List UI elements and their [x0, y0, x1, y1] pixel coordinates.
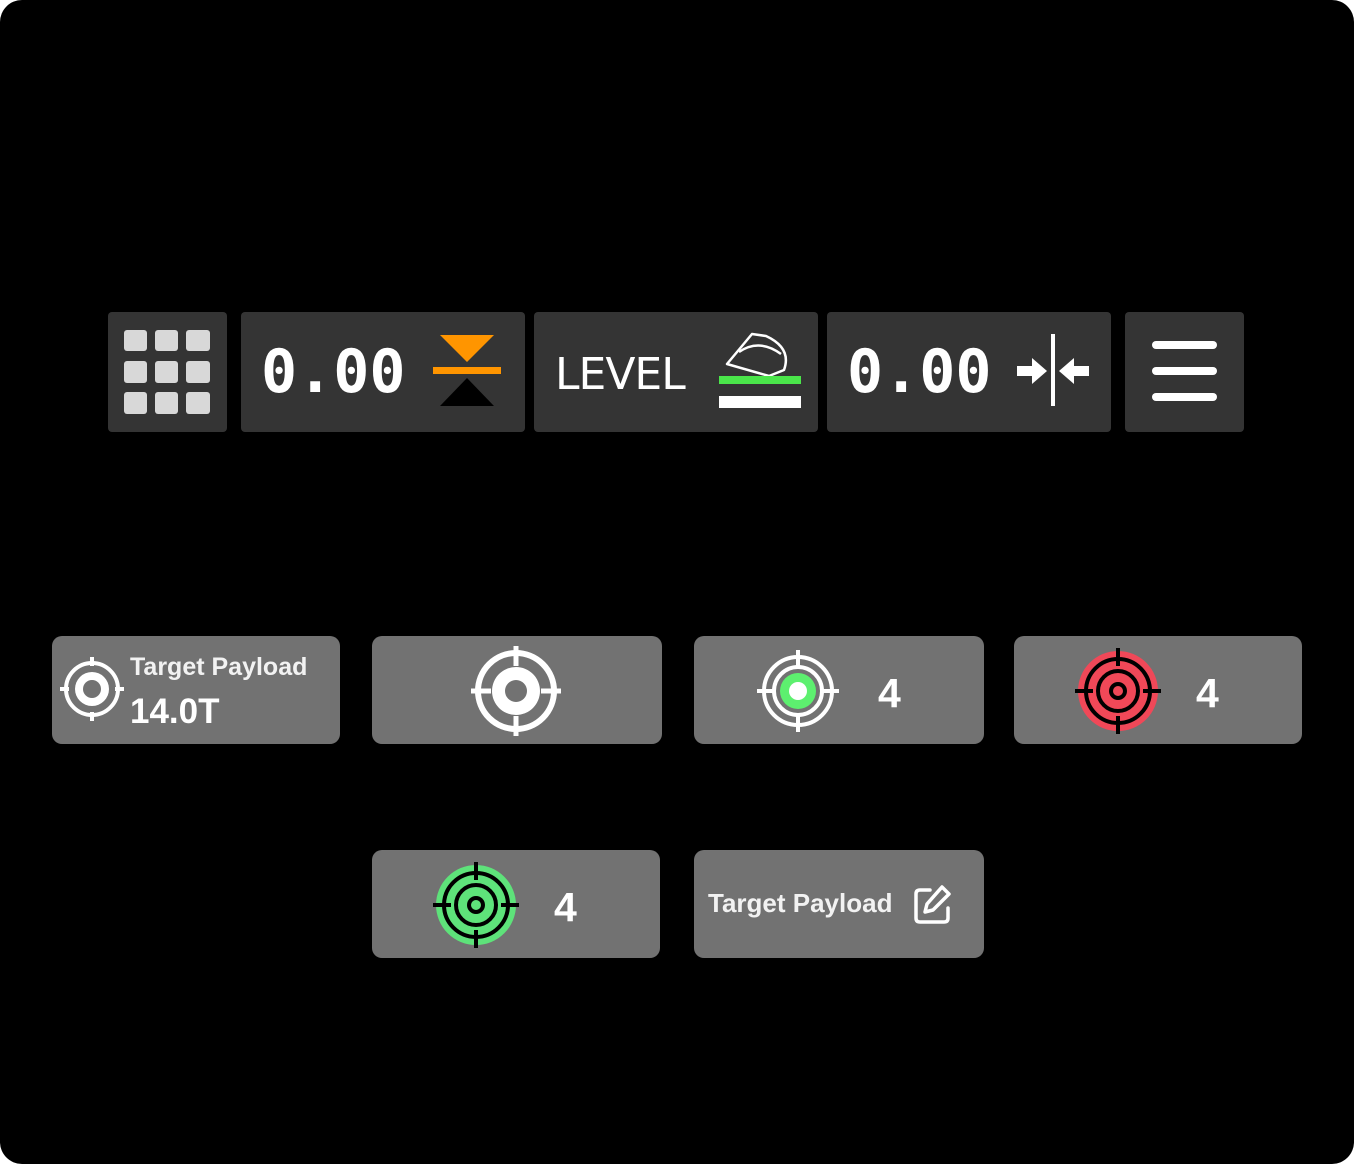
- target-count-card-light-green[interactable]: 4: [694, 636, 984, 744]
- height-alignment-icon: [433, 335, 501, 406]
- target-icon: [471, 646, 561, 736]
- bucket-level-icon: [719, 332, 801, 408]
- target-count-card-green[interactable]: 4: [372, 850, 660, 958]
- target-count-card-red[interactable]: 4: [1014, 636, 1302, 744]
- target-icon: [757, 650, 839, 732]
- edit-icon: [914, 885, 951, 924]
- apps-button[interactable]: [108, 312, 227, 432]
- target-count: 4: [878, 670, 901, 716]
- target-icon: [1075, 648, 1161, 734]
- level-indicator[interactable]: LEVEL: [534, 312, 818, 432]
- target-count: 4: [1196, 670, 1219, 716]
- height-readout[interactable]: 0.00: [241, 312, 525, 432]
- hamburger-menu-icon: [1152, 341, 1217, 401]
- target-icon: [60, 657, 124, 721]
- target-count: 4: [554, 884, 577, 930]
- target-payload-value: 14.0T: [130, 692, 220, 731]
- target-button[interactable]: [372, 636, 662, 744]
- edit-target-payload-button[interactable]: Target Payload: [694, 850, 984, 958]
- screen: 0.00 LEVEL 0.00 Target Payload 14.0T 4 4…: [0, 0, 1354, 1164]
- grid-icon: [124, 330, 210, 414]
- edit-target-payload-label: Target Payload: [708, 888, 893, 918]
- width-alignment-icon: [1017, 334, 1089, 406]
- target-payload-summary-card[interactable]: Target Payload 14.0T: [52, 636, 340, 744]
- width-readout[interactable]: 0.00: [827, 312, 1111, 432]
- target-icon: [433, 862, 519, 948]
- target-payload-label: Target Payload: [130, 653, 308, 681]
- menu-button[interactable]: [1125, 312, 1244, 432]
